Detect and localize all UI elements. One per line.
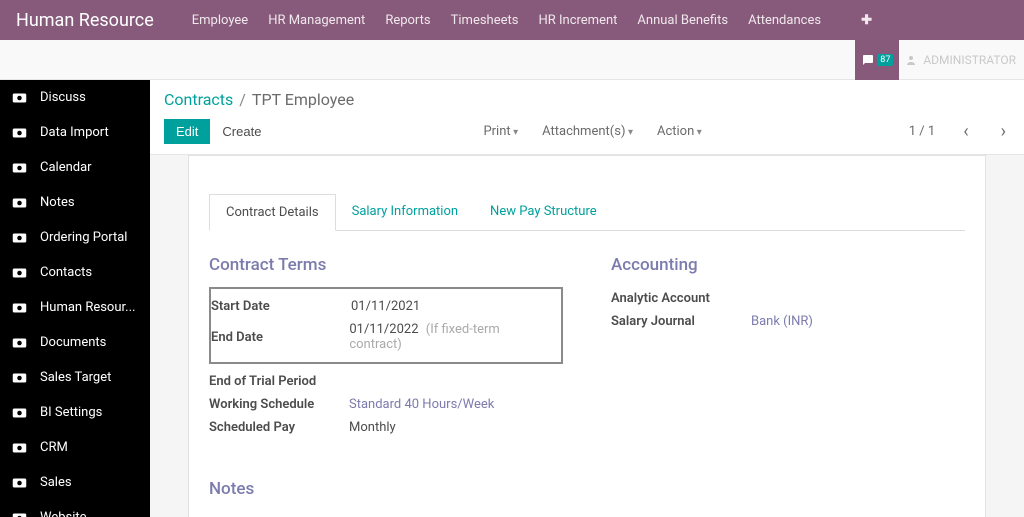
sidebar-item-label: Contacts bbox=[40, 265, 92, 280]
end-date-text: 01/11/2022 bbox=[349, 322, 418, 337]
start-date-value: 01/11/2021 bbox=[351, 299, 420, 314]
contract-terms-column: Contract Terms Start Date 01/11/2021 End… bbox=[209, 255, 563, 439]
scheduled-pay-label: Scheduled Pay bbox=[209, 420, 349, 435]
sidebar-item-label: Sales bbox=[40, 475, 72, 490]
analytic-account-label: Analytic Account bbox=[611, 291, 751, 306]
sidebar-item-label: Ordering Portal bbox=[40, 230, 127, 245]
module-icon bbox=[12, 196, 30, 210]
accounting-heading: Accounting bbox=[611, 255, 965, 275]
user-menu[interactable]: ADMINISTRATOR bbox=[905, 53, 1016, 67]
sidebar-item-label: Human Resour... bbox=[40, 300, 135, 315]
salary-journal-value[interactable]: Bank (INR) bbox=[751, 314, 813, 329]
module-icon bbox=[12, 231, 30, 245]
menu-annual-benefits[interactable]: Annual Benefits bbox=[637, 13, 728, 28]
sidebar-item-crm[interactable]: CRM bbox=[0, 430, 150, 465]
menu-employee[interactable]: Employee bbox=[192, 13, 248, 28]
sidebar-item-data-import[interactable]: Data Import bbox=[0, 115, 150, 150]
working-schedule-value[interactable]: Standard 40 Hours/Week bbox=[349, 397, 494, 412]
menu-hr-management[interactable]: HR Management bbox=[268, 13, 365, 28]
sidebar-item-sales-target[interactable]: Sales Target bbox=[0, 360, 150, 395]
sidebar-item-notes[interactable]: Notes bbox=[0, 185, 150, 220]
tab-contract-details[interactable]: Contract Details bbox=[209, 194, 336, 231]
print-dropdown[interactable]: Print bbox=[483, 124, 518, 139]
sidebar-item-label: BI Settings bbox=[40, 405, 102, 420]
sidebar-item-label: Website bbox=[40, 510, 87, 517]
sidebar-item-label: CRM bbox=[40, 440, 68, 455]
breadcrumb-sep: / bbox=[239, 90, 246, 109]
brand-title[interactable]: Human Resource bbox=[16, 10, 154, 31]
start-date-label: Start Date bbox=[211, 299, 351, 314]
sidebar-item-website[interactable]: Website bbox=[0, 500, 150, 517]
tab-bar: Contract Details Salary Information New … bbox=[209, 194, 965, 231]
tab-salary-information[interactable]: Salary Information bbox=[336, 194, 474, 230]
menu-attendances[interactable]: Attendances bbox=[748, 13, 821, 28]
module-icon bbox=[12, 126, 30, 140]
sidebar-item-label: Sales Target bbox=[40, 370, 111, 385]
module-icon bbox=[12, 406, 30, 420]
messaging-button[interactable]: 87 bbox=[855, 40, 899, 80]
working-schedule-label: Working Schedule bbox=[209, 397, 349, 412]
create-button[interactable]: Create bbox=[210, 119, 273, 144]
pager-label: 1 / 1 bbox=[909, 124, 935, 139]
action-toolbar: Edit Create Print Attachment(s) Action 1… bbox=[150, 113, 1024, 155]
module-icon bbox=[12, 161, 30, 175]
secondary-bar: 87 ADMINISTRATOR bbox=[0, 40, 1024, 80]
sidebar-item-label: Notes bbox=[40, 195, 75, 210]
accounting-column: Accounting Analytic Account Salary Journ… bbox=[611, 255, 965, 439]
add-menu-icon[interactable]: ✚ bbox=[861, 13, 872, 28]
scheduled-pay-value: Monthly bbox=[349, 420, 396, 435]
pager-next[interactable]: › bbox=[997, 121, 1010, 142]
sidebar-item-label: Data Import bbox=[40, 125, 109, 140]
app-sidebar: Discuss Data Import Calendar Notes Order… bbox=[0, 80, 150, 517]
sidebar-item-documents[interactable]: Documents bbox=[0, 325, 150, 360]
end-date-value: 01/11/2022 (If fixed-term contract) bbox=[349, 322, 553, 352]
module-icon bbox=[12, 91, 30, 105]
sidebar-item-bi-settings[interactable]: BI Settings bbox=[0, 395, 150, 430]
sidebar-item-contacts[interactable]: Contacts bbox=[0, 255, 150, 290]
sidebar-item-ordering-portal[interactable]: Ordering Portal bbox=[0, 220, 150, 255]
menu-timesheets[interactable]: Timesheets bbox=[451, 13, 519, 28]
pager-prev[interactable]: ‹ bbox=[959, 121, 972, 142]
user-icon bbox=[905, 54, 917, 66]
breadcrumb: Contracts / TPT Employee bbox=[150, 80, 1024, 113]
module-icon bbox=[12, 441, 30, 455]
end-date-label: End Date bbox=[211, 330, 349, 345]
salary-journal-label: Salary Journal bbox=[611, 314, 751, 329]
sidebar-item-human-resource[interactable]: Human Resour... bbox=[0, 290, 150, 325]
chat-icon bbox=[861, 54, 875, 66]
topbar: Human Resource Employee HR Management Re… bbox=[0, 0, 1024, 40]
sidebar-item-discuss[interactable]: Discuss bbox=[0, 80, 150, 115]
attachments-dropdown[interactable]: Attachment(s) bbox=[542, 124, 633, 139]
edit-button[interactable]: Edit bbox=[164, 119, 210, 144]
user-label: ADMINISTRATOR bbox=[923, 53, 1016, 67]
chat-count-badge: 87 bbox=[877, 54, 893, 66]
menu-reports[interactable]: Reports bbox=[385, 13, 430, 28]
module-icon bbox=[12, 301, 30, 315]
module-icon bbox=[12, 266, 30, 280]
trial-period-label: End of Trial Period bbox=[209, 374, 349, 389]
form-sheet: Contract Details Salary Information New … bbox=[188, 155, 986, 517]
action-dropdown[interactable]: Action bbox=[657, 124, 702, 139]
breadcrumb-root[interactable]: Contracts bbox=[164, 90, 233, 109]
module-icon bbox=[12, 511, 30, 517]
content-area: Contracts / TPT Employee Edit Create Pri… bbox=[150, 80, 1024, 517]
module-icon bbox=[12, 476, 30, 490]
tab-new-pay-structure[interactable]: New Pay Structure bbox=[474, 194, 613, 230]
sidebar-item-label: Calendar bbox=[40, 160, 92, 175]
menu-hr-increment[interactable]: HR Increment bbox=[538, 13, 617, 28]
sidebar-item-label: Documents bbox=[40, 335, 106, 350]
module-icon bbox=[12, 336, 30, 350]
module-icon bbox=[12, 371, 30, 385]
sidebar-item-sales[interactable]: Sales bbox=[0, 465, 150, 500]
notes-heading: Notes bbox=[209, 479, 965, 499]
contract-terms-heading: Contract Terms bbox=[209, 255, 563, 275]
top-menu: Employee HR Management Reports Timesheet… bbox=[192, 13, 872, 28]
breadcrumb-current: TPT Employee bbox=[252, 90, 354, 109]
sidebar-item-label: Discuss bbox=[40, 90, 86, 105]
date-highlight-box: Start Date 01/11/2021 End Date 01/11/202… bbox=[209, 287, 563, 364]
sidebar-item-calendar[interactable]: Calendar bbox=[0, 150, 150, 185]
